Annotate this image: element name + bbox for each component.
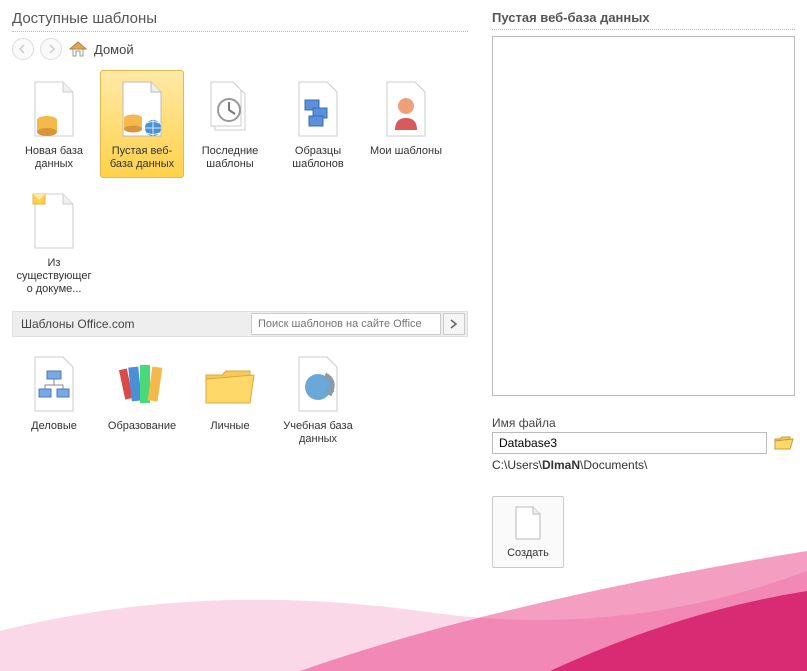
new-database-icon [22,77,86,141]
blank-web-database-icon [110,77,174,141]
breadcrumb-home[interactable]: Домой [94,42,134,57]
personal-icon [198,352,262,416]
category-label: Деловые [31,420,77,433]
separator [12,31,468,32]
browse-button[interactable] [773,433,795,453]
preview-box [492,36,795,396]
breadcrumb: Домой [12,38,468,60]
business-icon [22,352,86,416]
create-button[interactable]: Создать [492,496,564,568]
office-templates-label: Шаблоны Office.com [13,317,251,331]
template-recent[interactable]: Последние шаблоны [188,70,272,178]
home-icon [68,40,88,58]
category-label: Личные [210,420,249,433]
category-personal[interactable]: Личные [188,345,272,453]
template-label: Последние шаблоны [191,145,269,171]
templates-panel: Доступные шаблоны Домой Новая база данны… [0,0,480,671]
my-templates-icon [374,77,438,141]
create-button-label: Создать [507,547,549,559]
details-panel: Пустая веб-база данных Имя файла C:\User… [480,0,807,671]
arrow-right-icon [449,319,459,329]
filename-row [492,432,795,454]
template-blank-web-database[interactable]: Пустая веб-база данных [100,70,184,178]
office-search-input[interactable] [251,313,441,335]
nav-forward-button[interactable] [40,38,62,60]
file-path: C:\Users\DImaN\Documents\ [492,458,795,472]
template-my-templates[interactable]: Мои шаблоны [364,70,448,178]
arrow-left-icon [18,44,28,54]
recent-templates-icon [198,77,262,141]
categories-grid: Деловые Образование Личные Учебная база … [12,345,468,453]
tutorial-db-icon [286,352,350,416]
template-label: Мои шаблоны [370,145,442,158]
category-label: Учебная база данных [279,420,357,446]
office-templates-bar: Шаблоны Office.com [12,311,468,337]
template-from-existing[interactable]: Из существующего докуме... [12,182,96,303]
office-search-go-button[interactable] [443,313,465,335]
arrow-right-icon [46,44,56,54]
template-new-database[interactable]: Новая база данных [12,70,96,178]
education-icon [110,352,174,416]
category-label: Образование [108,420,176,433]
nav-back-button[interactable] [12,38,34,60]
template-samples[interactable]: Образцы шаблонов [276,70,360,178]
from-existing-icon [22,189,86,253]
templates-title: Доступные шаблоны [12,10,468,27]
sample-templates-icon [286,77,350,141]
category-education[interactable]: Образование [100,345,184,453]
filename-label: Имя файла [492,416,795,430]
filename-input[interactable] [492,432,767,454]
separator [492,29,795,30]
category-tutorial-db[interactable]: Учебная база данных [276,345,360,453]
folder-open-icon [774,435,794,451]
templates-grid: Новая база данных Пустая веб-база данных… [12,70,468,303]
template-label: Образцы шаблонов [279,145,357,171]
template-label: Новая база данных [15,145,93,171]
blank-page-icon [513,505,543,541]
details-title: Пустая веб-база данных [492,10,795,25]
template-label: Пустая веб-база данных [103,145,181,171]
template-label: Из существующего докуме... [15,257,93,296]
category-business[interactable]: Деловые [12,345,96,453]
